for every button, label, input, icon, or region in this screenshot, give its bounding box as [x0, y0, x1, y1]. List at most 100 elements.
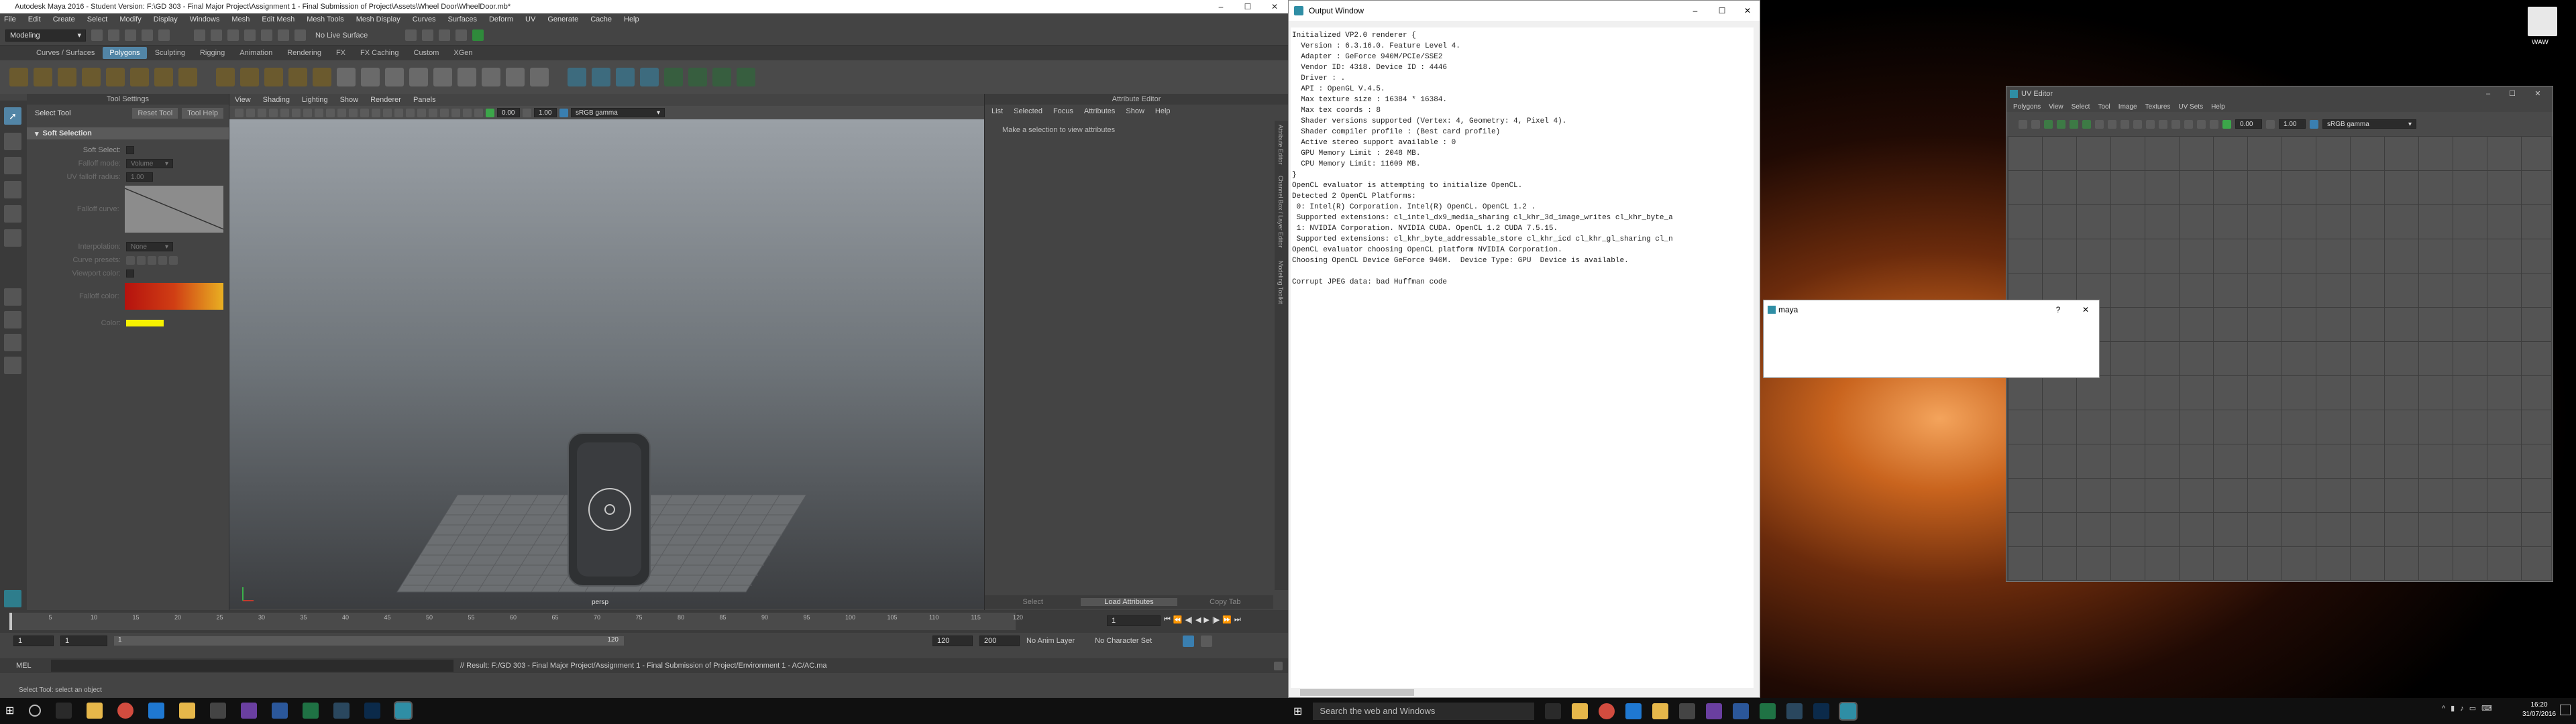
insert-edge-loop-icon[interactable]: [433, 68, 452, 86]
poly-cylinder-icon[interactable]: [58, 68, 76, 86]
ae-menu-help[interactable]: Help: [1155, 107, 1171, 115]
uv-minimize-button[interactable]: –: [2476, 86, 2500, 101]
step-forward-icon[interactable]: |▶: [1212, 615, 1220, 624]
multi-cut-icon[interactable]: [409, 68, 428, 86]
viewport-menu-lighting[interactable]: Lighting: [302, 96, 328, 104]
visual-studio-icon[interactable]: [1706, 703, 1723, 719]
wireframe-on-shaded-icon[interactable]: [372, 108, 380, 117]
tray-overflow-icon[interactable]: ^: [2442, 705, 2445, 713]
poly-cube-icon[interactable]: [34, 68, 52, 86]
excel-icon[interactable]: [303, 703, 319, 719]
range-slider[interactable]: 1 120: [114, 636, 624, 646]
gamma-icon[interactable]: [523, 108, 531, 117]
menu-modify[interactable]: Modify: [119, 15, 141, 23]
uv-lattice-icon[interactable]: [2019, 119, 2027, 129]
preset-1-icon[interactable]: [126, 255, 135, 265]
falloff-mode-dropdown[interactable]: Volume ▾: [126, 159, 173, 168]
lasso-tool-icon[interactable]: [4, 133, 21, 150]
ae-copy-tab-button[interactable]: Copy Tab: [1177, 598, 1273, 606]
gamma-field[interactable]: 1.00: [534, 108, 557, 117]
film-gate-icon[interactable]: [292, 108, 301, 117]
exposure-icon[interactable]: [486, 108, 494, 117]
step-forward-key-icon[interactable]: ⏩: [1222, 615, 1232, 624]
preset-5-icon[interactable]: [169, 255, 178, 265]
platonic-icon[interactable]: [178, 68, 197, 86]
side-tab-modeling-toolkit[interactable]: Modeling Toolkit: [1275, 254, 1287, 310]
rotate-tool-icon[interactable]: [4, 205, 21, 223]
modeling-toolkit-icon[interactable]: [472, 29, 484, 41]
render-settings-icon[interactable]: [439, 29, 451, 41]
steam-icon[interactable]: [333, 703, 350, 719]
hypershade-icon[interactable]: [455, 29, 468, 41]
menu-deform[interactable]: Deform: [489, 15, 513, 23]
lights-icon[interactable]: [406, 108, 415, 117]
menu-edit[interactable]: Edit: [28, 15, 41, 23]
uv-menu-view[interactable]: View: [2049, 103, 2063, 111]
start-button-icon[interactable]: ⊞: [5, 704, 14, 717]
combine-icon[interactable]: [216, 68, 235, 86]
uv-straighten-icon[interactable]: [2146, 119, 2155, 129]
bridge-icon[interactable]: [385, 68, 404, 86]
time-slider[interactable]: 5 10 15 20 25 30 35 40 45 50 55 60 65 70 75 80 85 90 95 100…: [0, 610, 1288, 633]
clock[interactable]: 16:20 31/07/2016: [2522, 701, 2556, 719]
viewport-menu-view[interactable]: View: [235, 96, 251, 104]
output-maximize-button[interactable]: ☐: [1709, 1, 1735, 21]
menu-select[interactable]: Select: [87, 15, 108, 23]
ae-menu-attributes[interactable]: Attributes: [1084, 107, 1115, 115]
auto-key-icon[interactable]: [1183, 635, 1195, 647]
word-icon[interactable]: [1733, 703, 1750, 719]
uv-exposure-field[interactable]: 0.00: [2235, 119, 2262, 129]
outliner-layout-icon[interactable]: [4, 334, 21, 351]
shelf-tab-polygons[interactable]: Polygons: [103, 47, 147, 59]
close-button[interactable]: ✕: [1261, 0, 1288, 13]
minimize-button[interactable]: –: [1208, 0, 1234, 13]
uv-flip-icon[interactable]: [2108, 119, 2116, 129]
viewport-menu-panels[interactable]: Panels: [413, 96, 436, 104]
uv-menu-help[interactable]: Help: [2211, 103, 2225, 111]
uv-shell-icon[interactable]: [2184, 119, 2193, 129]
separate-icon[interactable]: [240, 68, 259, 86]
uv-color-management-icon[interactable]: [2310, 119, 2318, 129]
menu-mesh-display[interactable]: Mesh Display: [356, 15, 400, 23]
fill-hole-icon[interactable]: [530, 68, 549, 86]
smooth-shade-icon[interactable]: [360, 108, 369, 117]
ambient-occlusion-icon[interactable]: [429, 108, 437, 117]
menu-surfaces[interactable]: Surfaces: [448, 15, 477, 23]
steam-icon[interactable]: [1786, 703, 1803, 719]
menu-mesh-tools[interactable]: Mesh Tools: [307, 15, 343, 23]
field-chart-icon[interactable]: [326, 108, 335, 117]
reset-tool-button[interactable]: Reset Tool: [132, 108, 178, 119]
anim-end-field[interactable]: 120: [932, 636, 973, 646]
desktop-file-icon[interactable]: [2528, 7, 2557, 36]
go-to-start-icon[interactable]: ⏮: [1164, 615, 1171, 624]
battery-icon[interactable]: ▭: [2469, 704, 2476, 713]
uv-texture-icon[interactable]: [2210, 119, 2218, 129]
viewport-color-checkbox[interactable]: [126, 269, 134, 278]
falloff-curve-graph[interactable]: [124, 186, 223, 233]
shelf-tab-animation[interactable]: Animation: [233, 47, 279, 59]
store-icon[interactable]: [1679, 703, 1696, 719]
photoshop-icon[interactable]: [1813, 703, 1830, 719]
scale-tool-icon[interactable]: [4, 229, 21, 247]
store-icon[interactable]: [210, 703, 227, 719]
network-icon[interactable]: ▮: [2451, 704, 2455, 713]
tool-help-button[interactable]: Tool Help: [182, 108, 223, 119]
menu-windows[interactable]: Windows: [190, 15, 220, 23]
uv-distortion-icon[interactable]: [2171, 119, 2180, 129]
poly-torus-icon[interactable]: [106, 68, 125, 86]
maya-taskbar-icon[interactable]: [1839, 702, 1858, 721]
select-hierarchy-icon[interactable]: [194, 29, 205, 41]
chrome-icon[interactable]: [117, 703, 134, 719]
poly-plane-icon[interactable]: [130, 68, 149, 86]
quad-draw-icon[interactable]: [482, 68, 500, 86]
output-log-text[interactable]: Initialized VP2.0 renderer { Version : 6…: [1291, 27, 1754, 688]
script-language-label[interactable]: MEL: [0, 662, 40, 670]
edge-icon[interactable]: [148, 703, 165, 719]
uv-menu-polygons[interactable]: Polygons: [2013, 103, 2041, 111]
render-icon[interactable]: [405, 29, 417, 41]
go-to-end-icon[interactable]: ⏭: [1234, 615, 1241, 624]
uv-colorspace-dropdown[interactable]: sRGB gamma ▾: [2322, 119, 2416, 129]
preset-4-icon[interactable]: [158, 255, 167, 265]
image-plane-icon[interactable]: [269, 108, 278, 117]
select-tool-icon[interactable]: ➚: [4, 107, 21, 125]
